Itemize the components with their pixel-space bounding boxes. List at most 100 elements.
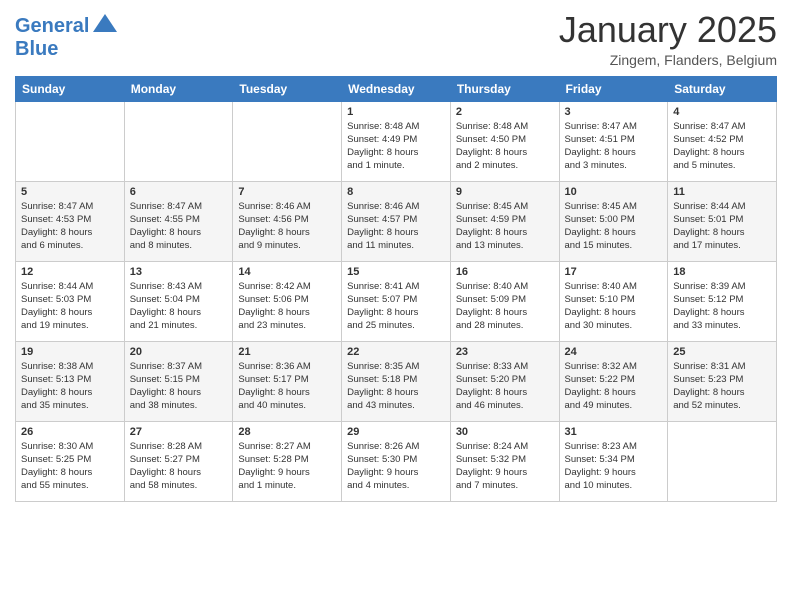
day-number: 22 [347,346,445,358]
day-number: 17 [565,266,663,278]
day-info: Sunrise: 8:45 AM Sunset: 4:59 PM Dayligh… [456,200,554,253]
day-info: Sunrise: 8:48 AM Sunset: 4:49 PM Dayligh… [347,120,445,173]
day-info: Sunrise: 8:47 AM Sunset: 4:52 PM Dayligh… [673,120,771,173]
week-row-1: 1 Sunrise: 8:48 AM Sunset: 4:49 PM Daylig… [16,101,777,181]
week-row-5: 26 Sunrise: 8:30 AM Sunset: 5:25 PM Dayli… [16,421,777,501]
day-info: Sunrise: 8:39 AM Sunset: 5:12 PM Dayligh… [673,280,771,333]
week-row-3: 12Sunrise: 8:44 AM Sunset: 5:03 PM Dayli… [16,261,777,341]
day-number: 7 [238,186,336,198]
day-cell: 31 Sunrise: 8:23 AM Sunset: 5:34 PM Dayli… [559,421,668,501]
day-number: 9 [456,186,554,198]
week-row-4: 19Sunrise: 8:38 AM Sunset: 5:13 PM Dayli… [16,341,777,421]
day-cell: 19Sunrise: 8:38 AM Sunset: 5:13 PM Dayli… [16,341,125,421]
day-number: 10 [565,186,663,198]
weekday-sunday: Sunday [16,76,125,101]
day-number: 4 [673,106,771,118]
day-cell: 11 Sunrise: 8:44 AM Sunset: 5:01 PM Dayli… [668,181,777,261]
day-cell: 4 Sunrise: 8:47 AM Sunset: 4:52 PM Daylig… [668,101,777,181]
day-number: 24 [565,346,663,358]
day-number: 6 [130,186,228,198]
day-cell: 28 Sunrise: 8:27 AM Sunset: 5:28 PM Dayli… [233,421,342,501]
day-number: 27 [130,426,228,438]
day-number: 8 [347,186,445,198]
weekday-friday: Friday [559,76,668,101]
day-number: 31 [565,426,663,438]
day-number: 14 [238,266,336,278]
day-cell: 2Sunrise: 8:48 AM Sunset: 4:50 PM Daylig… [450,101,559,181]
day-info: Sunrise: 8:27 AM Sunset: 5:28 PM Dayligh… [238,440,336,493]
day-info: Sunrise: 8:47 AM Sunset: 4:55 PM Dayligh… [130,200,228,253]
day-cell: 7 Sunrise: 8:46 AM Sunset: 4:56 PM Daylig… [233,181,342,261]
day-cell: 10Sunrise: 8:45 AM Sunset: 5:00 PM Dayli… [559,181,668,261]
day-number: 30 [456,426,554,438]
day-info: Sunrise: 8:38 AM Sunset: 5:13 PM Dayligh… [21,360,119,413]
calendar-body: 1 Sunrise: 8:48 AM Sunset: 4:49 PM Daylig… [16,101,777,501]
day-cell: 21Sunrise: 8:36 AM Sunset: 5:17 PM Dayli… [233,341,342,421]
day-cell: 16 Sunrise: 8:40 AM Sunset: 5:09 PM Dayli… [450,261,559,341]
day-info: Sunrise: 8:46 AM Sunset: 4:56 PM Dayligh… [238,200,336,253]
day-cell: 26 Sunrise: 8:30 AM Sunset: 5:25 PM Dayli… [16,421,125,501]
day-cell: 9 Sunrise: 8:45 AM Sunset: 4:59 PM Daylig… [450,181,559,261]
day-cell: 13 Sunrise: 8:43 AM Sunset: 5:04 PM Dayli… [124,261,233,341]
day-number: 5 [21,186,119,198]
day-number: 11 [673,186,771,198]
day-number: 28 [238,426,336,438]
day-info: Sunrise: 8:37 AM Sunset: 5:15 PM Dayligh… [130,360,228,413]
day-cell: 8Sunrise: 8:46 AM Sunset: 4:57 PM Daylig… [342,181,451,261]
day-number: 12 [21,266,119,278]
day-info: Sunrise: 8:33 AM Sunset: 5:20 PM Dayligh… [456,360,554,413]
day-cell: 20Sunrise: 8:37 AM Sunset: 5:15 PM Dayli… [124,341,233,421]
weekday-monday: Monday [124,76,233,101]
day-info: Sunrise: 8:40 AM Sunset: 5:10 PM Dayligh… [565,280,663,333]
day-info: Sunrise: 8:44 AM Sunset: 5:01 PM Dayligh… [673,200,771,253]
day-number: 2 [456,106,554,118]
day-number: 29 [347,426,445,438]
day-info: Sunrise: 8:41 AM Sunset: 5:07 PM Dayligh… [347,280,445,333]
day-cell: 27 Sunrise: 8:28 AM Sunset: 5:27 PM Dayli… [124,421,233,501]
day-cell: 14 Sunrise: 8:42 AM Sunset: 5:06 PM Dayli… [233,261,342,341]
day-cell: 29 Sunrise: 8:26 AM Sunset: 5:30 PM Dayli… [342,421,451,501]
day-cell: 18 Sunrise: 8:39 AM Sunset: 5:12 PM Dayli… [668,261,777,341]
weekday-thursday: Thursday [450,76,559,101]
day-number: 25 [673,346,771,358]
day-info: Sunrise: 8:42 AM Sunset: 5:06 PM Dayligh… [238,280,336,333]
day-cell: 15Sunrise: 8:41 AM Sunset: 5:07 PM Dayli… [342,261,451,341]
day-info: Sunrise: 8:40 AM Sunset: 5:09 PM Dayligh… [456,280,554,333]
day-info: Sunrise: 8:35 AM Sunset: 5:18 PM Dayligh… [347,360,445,413]
day-cell: 24 Sunrise: 8:32 AM Sunset: 5:22 PM Dayli… [559,341,668,421]
day-info: Sunrise: 8:26 AM Sunset: 5:30 PM Dayligh… [347,440,445,493]
day-number: 21 [238,346,336,358]
day-info: Sunrise: 8:24 AM Sunset: 5:32 PM Dayligh… [456,440,554,493]
logo: General Blue [15,14,119,60]
day-cell: 1 Sunrise: 8:48 AM Sunset: 4:49 PM Daylig… [342,101,451,181]
day-cell: 5Sunrise: 8:47 AM Sunset: 4:53 PM Daylig… [16,181,125,261]
day-info: Sunrise: 8:28 AM Sunset: 5:27 PM Dayligh… [130,440,228,493]
day-number: 13 [130,266,228,278]
day-cell: 25Sunrise: 8:31 AM Sunset: 5:23 PM Dayli… [668,341,777,421]
day-number: 16 [456,266,554,278]
day-info: Sunrise: 8:43 AM Sunset: 5:04 PM Dayligh… [130,280,228,333]
day-info: Sunrise: 8:30 AM Sunset: 5:25 PM Dayligh… [21,440,119,493]
day-info: Sunrise: 8:23 AM Sunset: 5:34 PM Dayligh… [565,440,663,493]
day-cell: 6 Sunrise: 8:47 AM Sunset: 4:55 PM Daylig… [124,181,233,261]
weekday-header-row: SundayMondayTuesdayWednesdayThursdayFrid… [16,76,777,101]
day-cell [16,101,125,181]
month-title: January 2025 [559,10,777,50]
location-title: Zingem, Flanders, Belgium [559,52,777,68]
day-number: 23 [456,346,554,358]
day-info: Sunrise: 8:32 AM Sunset: 5:22 PM Dayligh… [565,360,663,413]
day-number: 1 [347,106,445,118]
header: General Blue January 2025 Zingem, Flande… [15,10,777,68]
day-cell [233,101,342,181]
day-number: 26 [21,426,119,438]
day-cell: 23 Sunrise: 8:33 AM Sunset: 5:20 PM Dayli… [450,341,559,421]
day-cell: 12Sunrise: 8:44 AM Sunset: 5:03 PM Dayli… [16,261,125,341]
weekday-saturday: Saturday [668,76,777,101]
calendar-table: SundayMondayTuesdayWednesdayThursdayFrid… [15,76,777,502]
day-number: 18 [673,266,771,278]
day-cell: 3Sunrise: 8:47 AM Sunset: 4:51 PM Daylig… [559,101,668,181]
day-cell: 17 Sunrise: 8:40 AM Sunset: 5:10 PM Dayli… [559,261,668,341]
day-cell [668,421,777,501]
logo-icon [91,10,119,38]
page: General Blue January 2025 Zingem, Flande… [0,0,792,612]
